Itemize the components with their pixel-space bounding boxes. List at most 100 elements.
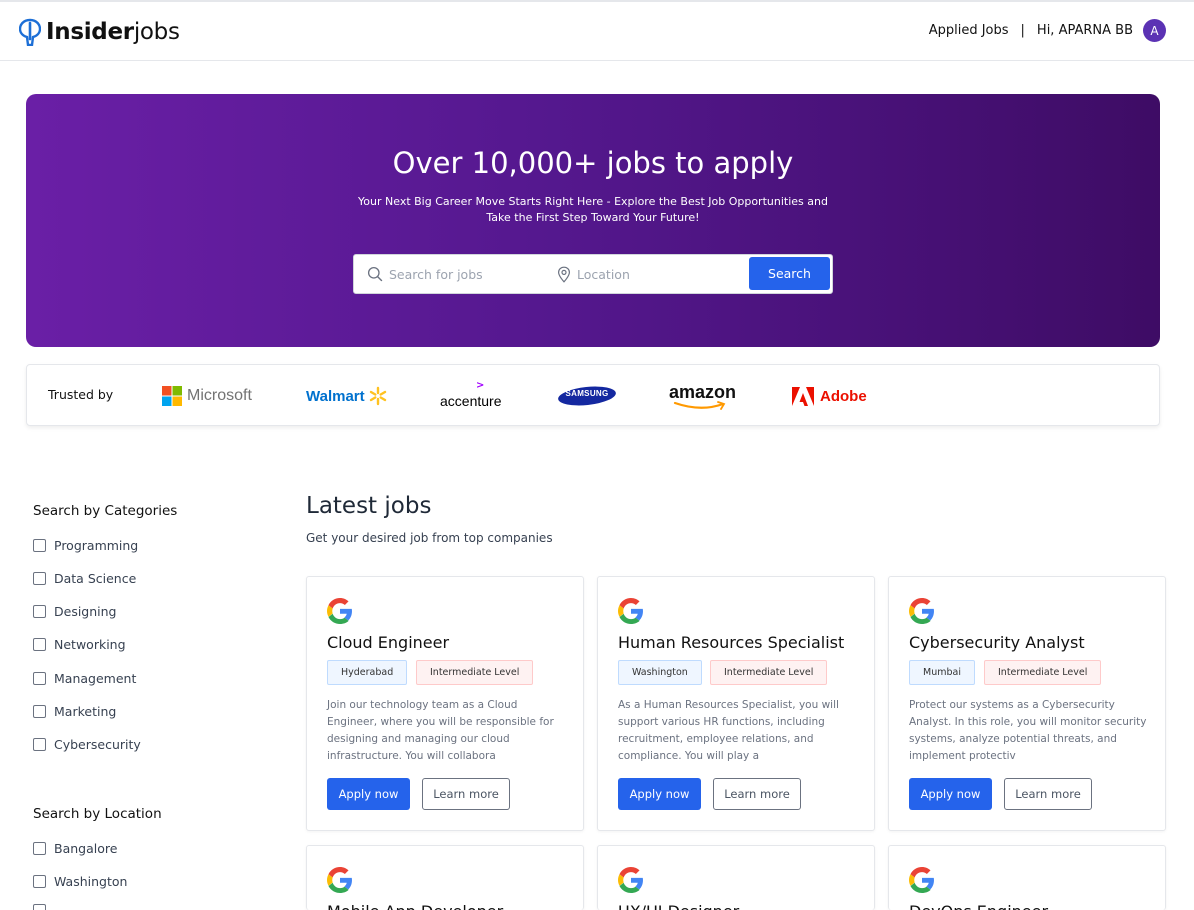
checkbox[interactable] [33,842,46,855]
location-tag: Hyderabad [327,660,408,685]
accenture-logo: > accenture [440,380,502,411]
checkbox[interactable] [33,539,46,552]
insider-logo-icon [19,18,41,46]
apply-now-button[interactable]: Apply now [909,778,992,810]
learn-more-button[interactable]: Learn more [713,778,801,810]
job-title: Mobile App Developer [327,902,503,910]
checkbox[interactable] [33,738,46,751]
level-tag: Intermediate Level [984,660,1102,685]
adobe-a-icon [792,386,814,406]
category-networking[interactable]: Networking [33,637,126,652]
category-designing[interactable]: Designing [33,604,117,619]
job-search-input[interactable]: Search for jobs [367,255,547,293]
location-placeholder: Location [577,266,630,282]
category-label: Data Science [54,571,137,586]
job-description: Protect our systems as a Cybersecurity A… [909,699,1147,762]
microsoft-logo: Microsoft [162,383,252,409]
category-marketing[interactable]: Marketing [33,704,116,719]
location-label: Bangalore [54,841,118,856]
search-box: Search for jobs Location Search [353,254,833,294]
accenture-wordmark: accenture [440,393,502,409]
search-button[interactable]: Search [749,257,830,290]
microsoft-squares-icon [162,386,182,406]
level-tag: Intermediate Level [710,660,828,685]
job-description: Join our technology team as a Cloud Engi… [327,699,554,762]
category-management[interactable]: Management [33,671,136,686]
hero-title: Over 10,000+ jobs to apply [392,146,794,180]
location-label: Washington [54,874,128,889]
google-logo-icon [618,598,643,624]
trusted-by-bar: Trusted by Microsoft Walmart > accenture… [26,364,1160,426]
job-search-placeholder: Search for jobs [389,266,483,282]
location-washington[interactable]: Washington [33,874,127,889]
search-icon [367,266,383,282]
logo[interactable]: Insiderjobs [19,18,180,46]
google-logo-icon [909,598,934,624]
walmart-spark-icon [369,386,386,406]
job-title: DevOps Engineer [909,902,1048,910]
hero-subtitle-line2: Take the First Step Toward Your Future! [486,211,700,224]
trusted-label: Trusted by [48,387,114,402]
category-label: Designing [54,604,117,619]
microsoft-wordmark: Microsoft [187,387,252,404]
job-card: Cloud Engineer Hyderabad Intermediate Le… [306,576,584,831]
latest-jobs-title: Latest jobs [306,493,432,519]
categories-title: Search by Categories [33,503,178,519]
checkbox[interactable] [33,638,46,651]
applied-jobs-link[interactable]: Applied Jobs [929,23,1009,38]
nav-separator: | [1020,23,1025,38]
location-next[interactable] [33,904,54,910]
job-title: Cloud Engineer [327,633,450,652]
walmart-logo: Walmart [306,383,388,409]
learn-more-button[interactable]: Learn more [422,778,510,810]
amazon-logo: amazon [669,379,736,410]
job-title: Human Resources Specialist [618,633,845,652]
adobe-wordmark: Adobe [820,387,867,405]
category-label: Marketing [54,704,117,719]
checkbox[interactable] [33,672,46,685]
job-title: Cybersecurity Analyst [909,633,1085,652]
job-card: Cybersecurity Analyst Mumbai Intermediat… [888,576,1166,831]
category-cybersecurity[interactable]: Cybersecurity [33,737,141,752]
apply-now-button[interactable]: Apply now [618,778,701,810]
google-logo-icon [618,867,643,893]
job-card: Mobile App Developer [306,845,584,910]
hero-subtitle-line1: Your Next Big Career Move Starts Right H… [358,195,828,208]
google-logo-icon [909,867,934,893]
amazon-smile-icon [673,401,726,410]
location-tag: Washington [618,660,702,685]
nav-right: Applied Jobs | Hi, APARNA BB A [929,19,1166,42]
location-input[interactable]: Location [557,255,737,293]
category-label: Management [54,671,137,686]
location-tag: Mumbai [909,660,975,685]
location-pin-icon [557,266,571,283]
checkbox[interactable] [33,705,46,718]
checkbox[interactable] [33,904,46,910]
job-card: DevOps Engineer [888,845,1166,910]
navbar: Insiderjobs Applied Jobs | Hi, APARNA BB… [0,2,1194,61]
hero-banner: Over 10,000+ jobs to apply Your Next Big… [26,94,1160,347]
category-programming[interactable]: Programming [33,538,138,553]
latest-jobs-subtitle: Get your desired job from top companies [306,531,553,545]
accenture-arrow-icon: > [476,380,485,391]
job-card: UX/UI Designer [597,845,875,910]
category-label: Programming [54,538,139,553]
checkbox[interactable] [33,572,46,585]
google-logo-icon [327,598,352,624]
category-data-science[interactable]: Data Science [33,571,136,586]
job-card: Human Resources Specialist Washington In… [597,576,875,831]
apply-now-button[interactable]: Apply now [327,778,410,810]
location-bangalore[interactable]: Bangalore [33,841,117,856]
checkbox[interactable] [33,875,46,888]
hero-subtitle: Your Next Big Career Move Starts Right H… [26,194,1160,226]
category-label: Cybersecurity [54,737,141,752]
avatar[interactable]: A [1143,19,1166,42]
learn-more-button[interactable]: Learn more [1004,778,1092,810]
checkbox[interactable] [33,605,46,618]
job-description: As a Human Resources Specialist, you wil… [618,699,839,762]
category-label: Networking [54,637,126,652]
level-tag: Intermediate Level [416,660,534,685]
samsung-logo: SAMSUNG [557,383,617,409]
samsung-wordmark: SAMSUNG [565,389,609,398]
job-title: UX/UI Designer [618,902,739,910]
